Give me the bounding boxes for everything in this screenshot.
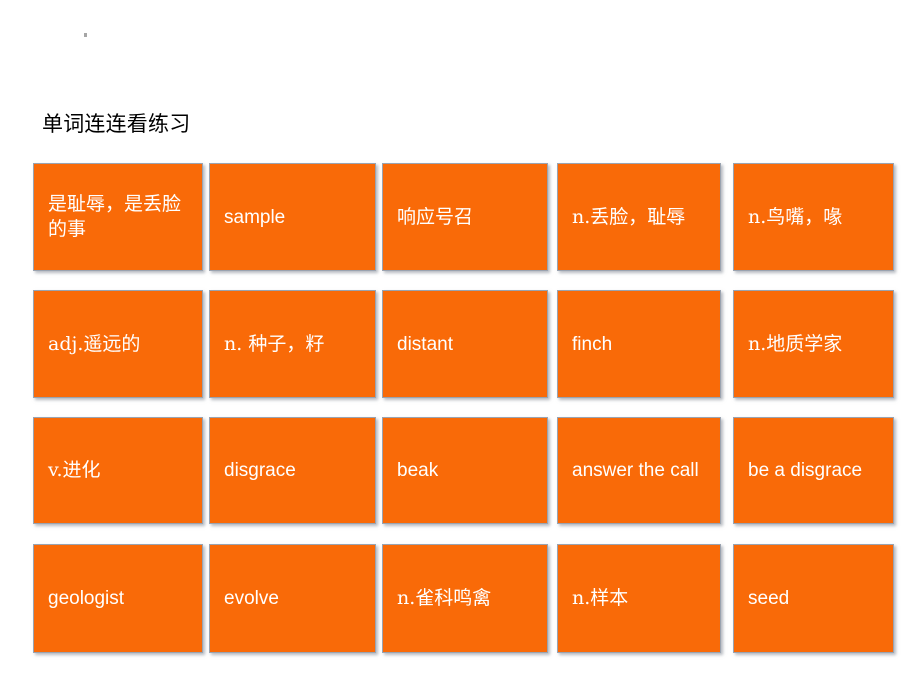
word-card-r4c4[interactable]: n.样本 — [557, 544, 721, 653]
word-card-label: disgrace — [224, 460, 296, 481]
word-card-label: geologist — [48, 588, 125, 609]
word-card-label: finch — [572, 333, 613, 355]
word-card-r3c4[interactable]: answer the call — [557, 417, 721, 524]
word-card-r2c5[interactable]: n.地质学家 — [733, 290, 894, 398]
word-card-r4c3[interactable]: n.雀科鸣禽 — [382, 544, 548, 653]
word-card-label: adj.遥远的 — [48, 332, 141, 355]
word-card-r3c5[interactable]: be a disgrace — [733, 417, 894, 524]
word-card-r1c4[interactable]: n.丢脸，耻辱 — [557, 163, 721, 271]
word-card-r1c2[interactable]: sample — [209, 163, 376, 271]
word-card-label: n.鸟嘴，喙 — [748, 205, 843, 228]
word-card-r4c1[interactable]: geologist — [33, 544, 203, 653]
word-card-label: 响应号召 — [397, 205, 474, 228]
word-card-r3c3[interactable]: beak — [382, 417, 548, 524]
word-card-r1c1[interactable]: 是耻辱，是丢脸的事 — [33, 163, 203, 271]
word-card-r2c3[interactable]: distant — [382, 290, 548, 398]
word-card-label: 是耻辱，是丢脸的事 — [48, 193, 182, 240]
word-card-label: n.样本 — [572, 587, 629, 609]
word-card-r2c2[interactable]: n. 种子，籽 — [209, 290, 376, 398]
word-card-label: evolve — [224, 588, 279, 609]
word-card-r4c2[interactable]: evolve — [209, 544, 376, 653]
slide-canvas: 单词连连看练习 是耻辱，是丢脸的事 sample 响应号召 n.丢脸，耻辱 n.… — [0, 0, 920, 690]
word-card-r2c1[interactable]: adj.遥远的 — [33, 290, 203, 398]
word-card-label: seed — [748, 588, 790, 609]
word-card-r1c5[interactable]: n.鸟嘴，喙 — [733, 163, 894, 271]
word-card-label: beak — [397, 460, 439, 481]
word-card-r3c2[interactable]: disgrace — [209, 417, 376, 524]
word-card-label: v.进化 — [48, 459, 101, 481]
word-card-r3c1[interactable]: v.进化 — [33, 417, 203, 524]
word-card-label: distant — [397, 333, 453, 355]
word-card-r4c5[interactable]: seed — [733, 544, 894, 653]
word-card-r2c4[interactable]: finch — [557, 290, 721, 398]
word-card-label: n.丢脸，耻辱 — [572, 205, 686, 228]
word-card-label: n.雀科鸣禽 — [397, 587, 492, 609]
word-card-r1c3[interactable]: 响应号召 — [382, 163, 548, 271]
word-card-label: sample — [224, 206, 286, 228]
word-card-label: n. 种子，籽 — [224, 332, 325, 355]
word-card-grid: 是耻辱，是丢脸的事 sample 响应号召 n.丢脸，耻辱 n.鸟嘴，喙 adj… — [0, 0, 920, 690]
word-card-label: n.地质学家 — [748, 332, 843, 355]
word-card-label: answer the call — [572, 460, 699, 481]
word-card-label: be a disgrace — [748, 460, 863, 481]
